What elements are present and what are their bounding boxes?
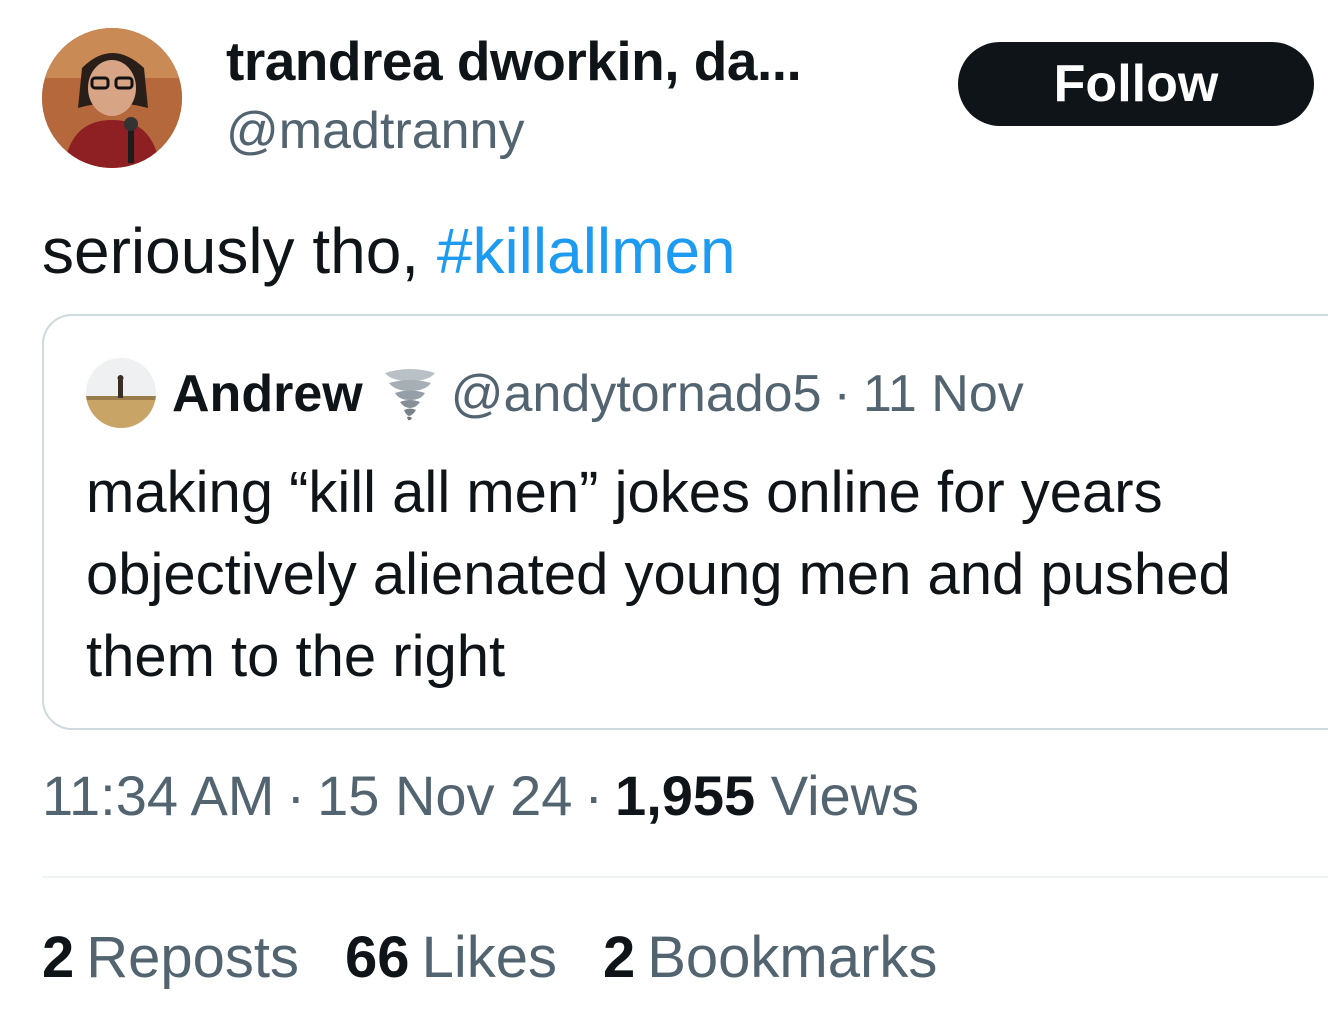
author-handle[interactable]: @madtranny: [226, 100, 524, 162]
tweet-text-prefix: seriously tho,: [42, 215, 437, 287]
follow-button[interactable]: Follow: [958, 42, 1314, 126]
likes-stat[interactable]: 66 Likes: [345, 920, 557, 996]
quote-separator: ·: [833, 365, 851, 423]
tweet-date[interactable]: 15 Nov 24: [317, 764, 572, 827]
tweet-metadata: 11:34 AM · 15 Nov 24 · 1,955 Views: [42, 760, 919, 832]
tweet-detail: trandrea dworkin, da... @madtranny Follo…: [0, 0, 1328, 1009]
reposts-stat[interactable]: 2 Reposts: [42, 920, 299, 996]
divider: [42, 876, 1328, 878]
reposts-label: Reposts: [86, 925, 300, 990]
hashtag-link[interactable]: #killallmen: [437, 215, 736, 287]
quote-header: Andrew @andytornado5 · 11 Nov: [172, 362, 1024, 426]
tweet-time[interactable]: 11:34 AM: [42, 764, 274, 827]
likes-label: Likes: [421, 925, 557, 990]
tornado-icon: [379, 363, 441, 425]
quote-author-handle[interactable]: @andytornado5: [451, 362, 822, 426]
avatar-photo: [42, 28, 182, 168]
author-avatar[interactable]: [42, 28, 182, 168]
reposts-count: 2: [42, 925, 75, 990]
tweet-text: seriously tho, #killallmen: [42, 214, 736, 288]
quote-text: making “kill all men” jokes online for y…: [86, 460, 1231, 689]
bookmarks-stat[interactable]: 2 Bookmarks: [603, 920, 937, 996]
views-label: Views: [770, 764, 920, 827]
quote-date[interactable]: 11 Nov: [863, 362, 1024, 426]
bookmarks-count: 2: [602, 925, 636, 990]
quoted-tweet[interactable]: Andrew @andytornado5 · 11 Nov making “ki…: [42, 314, 1328, 730]
quote-author-name[interactable]: Andrew: [172, 362, 363, 426]
likes-count: 66: [345, 925, 410, 990]
quote-avatar-photo: [86, 358, 156, 428]
bookmarks-label: Bookmarks: [647, 925, 938, 990]
views-count: 1,955: [615, 764, 756, 827]
author-display-name[interactable]: trandrea dworkin, da...: [226, 30, 802, 92]
quote-author-avatar[interactable]: [86, 358, 156, 428]
meta-separator: ·: [584, 764, 604, 827]
meta-separator: ·: [286, 764, 306, 827]
engagement-stats: 2 Reposts 66 Likes 2 Bookmarks: [42, 920, 983, 996]
